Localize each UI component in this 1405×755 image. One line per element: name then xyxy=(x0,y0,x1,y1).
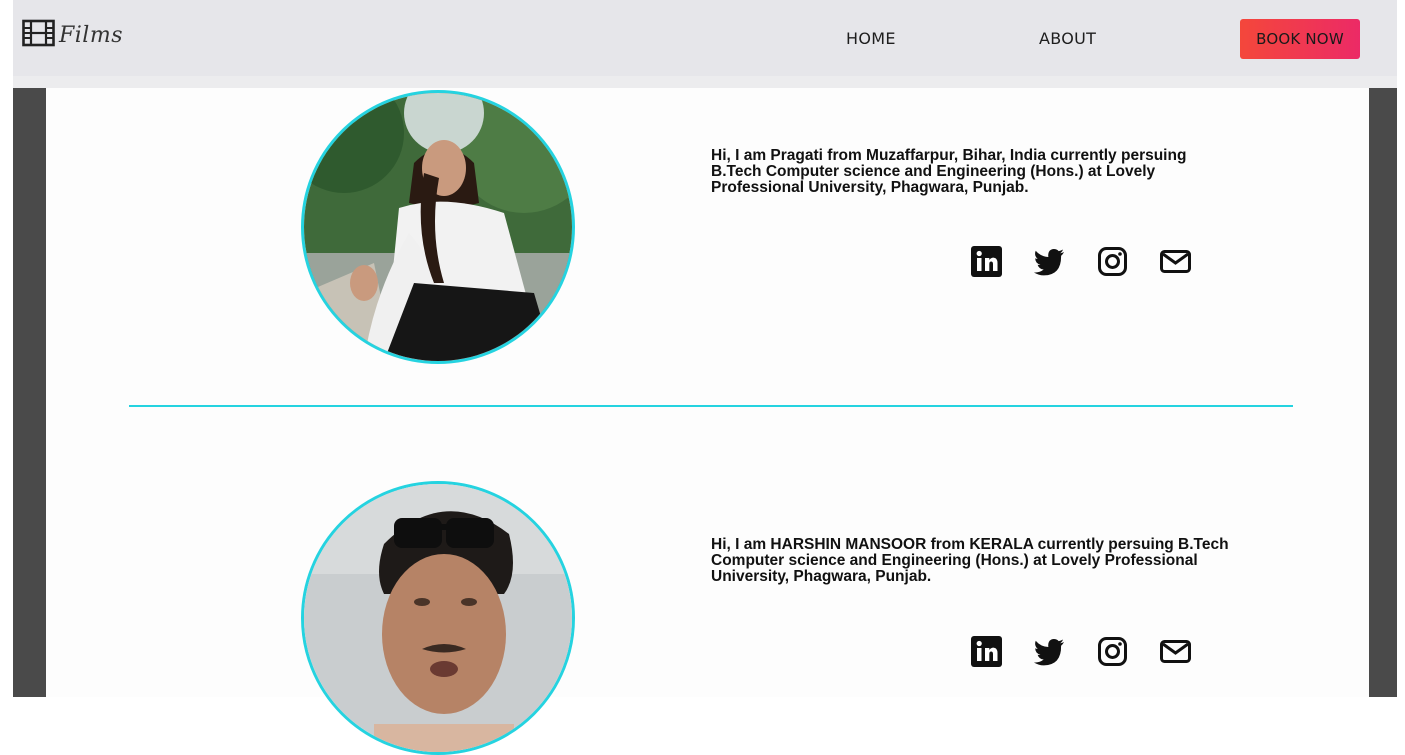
logo-text: Films xyxy=(59,23,123,48)
instagram-icon[interactable] xyxy=(1096,633,1159,669)
mail-icon[interactable] xyxy=(1159,633,1222,669)
member-bio: Hi, I am Pragati from Muzaffarpur, Bihar… xyxy=(711,147,1187,196)
page-gutter-left xyxy=(0,0,46,697)
instagram-icon[interactable] xyxy=(1096,243,1159,279)
member-photo xyxy=(301,481,575,755)
book-now-button[interactable]: BOOK NOW xyxy=(1240,19,1360,59)
member-photo xyxy=(301,90,575,364)
linkedin-icon[interactable] xyxy=(970,633,1033,669)
social-links xyxy=(970,243,1222,279)
mail-icon[interactable] xyxy=(1159,243,1222,279)
nav-link-about[interactable]: ABOUT xyxy=(1039,29,1096,48)
logo[interactable]: Films xyxy=(22,19,123,52)
navbar: Films HOME ABOUT BOOK NOW xyxy=(13,0,1397,88)
member-bio: Hi, I am HARSHIN MANSOOR from KERALA cur… xyxy=(711,536,1229,585)
linkedin-icon[interactable] xyxy=(970,243,1033,279)
section-divider xyxy=(129,405,1293,407)
nav-link-home[interactable]: HOME xyxy=(846,29,896,48)
twitter-icon[interactable] xyxy=(1033,633,1096,669)
team-section xyxy=(46,0,1369,697)
page-gutter-right xyxy=(1369,0,1405,697)
twitter-icon[interactable] xyxy=(1033,243,1096,279)
social-links xyxy=(970,633,1222,669)
film-icon xyxy=(22,19,55,52)
